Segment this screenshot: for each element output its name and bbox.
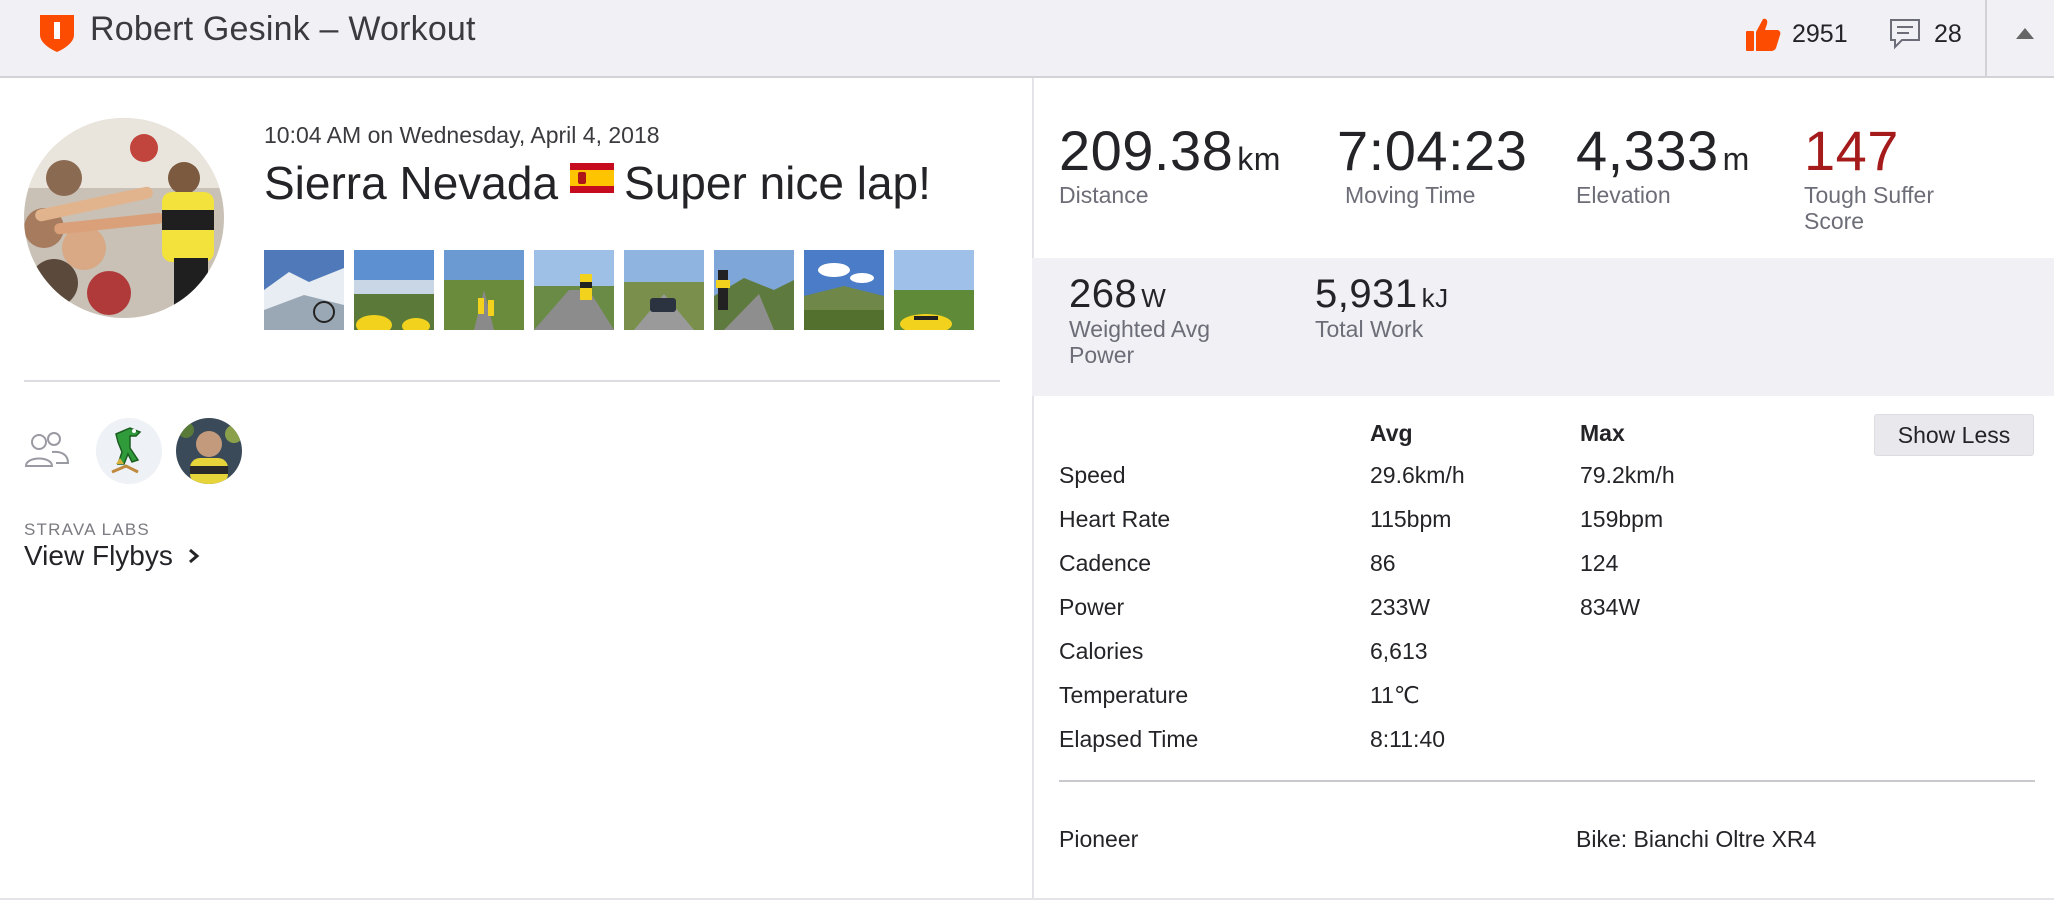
activity-name-part2: Super nice lap! [624,157,931,209]
activity-name-part1: Sierra Nevada [264,157,559,209]
crocodile-avatar-icon [96,418,162,484]
comment-count: 28 [1934,19,1962,48]
comment-icon[interactable] [1888,17,1922,51]
avg-column-header: Avg [1370,420,1413,446]
group-athlete-avatar[interactable] [176,418,242,484]
total-work-value: 5,931 [1315,272,1418,316]
max-column-header: Max [1580,420,1625,446]
row-avg: 29.6km/h [1370,462,1465,488]
photo-thumbnail[interactable] [444,250,524,330]
weighted-power-label-line1: Weighted Avg [1069,316,1211,342]
row-avg: 115bpm [1370,506,1452,532]
page-title: Robert Gesink – Workout [90,10,476,48]
bike-name[interactable]: Bike: Bianchi Oltre XR4 [1576,826,1816,853]
collapse-caret-icon[interactable] [2016,28,2034,39]
activity-type-shield-icon [40,15,74,52]
stat-weighted-power: 268 W Weighted Avg Power [1069,272,1210,369]
photo-thumbnail[interactable] [534,250,614,330]
photo-thumbnail[interactable] [354,250,434,330]
row-avg: 86 [1370,550,1396,576]
elevation-unit: m [1722,141,1750,177]
total-work-unit: kJ [1421,283,1449,313]
distance-label: Distance [1059,182,1149,208]
photo-thumbnail[interactable] [804,250,884,330]
table-row: Power 233W 834W [1059,594,2019,634]
kudos-count: 2951 [1792,19,1848,48]
athlete-avatar[interactable] [24,118,224,318]
elevation-label: Elevation [1576,182,1671,208]
strava-labs-label: STRAVA LABS [24,520,150,539]
weighted-power-label-line2: Power [1069,342,1135,368]
table-row: Calories 6,613 [1059,638,2019,678]
thumbs-up-icon[interactable] [1744,15,1782,53]
activity-header: Robert Gesink – Workout 2951 28 [0,0,2054,78]
group-athlete-avatar[interactable] [96,418,162,484]
table-row: Heart Rate 115bpm 159bpm [1059,506,2019,546]
elevation-value: 4,333 [1576,119,1719,182]
show-less-button[interactable]: Show Less [1874,414,2034,456]
row-label: Elapsed Time [1059,726,1199,752]
device-name: Pioneer [1059,826,1139,852]
view-flybys-link[interactable]: View Flybys [24,540,201,572]
row-label: Heart Rate [1059,506,1171,532]
row-label: Calories [1059,638,1144,664]
suffer-score-value[interactable]: 147 [1804,118,1934,183]
header-divider [1985,0,1987,76]
suffer-score-label-line1: Tough Suffer [1804,182,1935,208]
photo-strip [264,250,974,330]
photo-thumbnail[interactable] [264,250,344,330]
row-avg: 8:11:40 [1370,726,1446,752]
row-max: 159bpm [1580,506,1664,532]
weighted-power-value: 268 [1069,272,1138,316]
total-work-label: Total Work [1315,316,1424,342]
bottom-border [0,898,2054,900]
stat-distance: 209.38 km Distance [1059,118,1281,209]
moving-time-value: 7:04:23 [1337,119,1528,182]
row-avg: 11℃ [1370,682,1420,708]
comments-button[interactable]: 28 [1888,14,1962,54]
row-label: Cadence [1059,550,1152,576]
stat-elevation: 4,333 m Elevation [1576,118,1750,209]
row-label: Speed [1059,462,1126,488]
distance-unit: km [1237,141,1281,177]
row-max: 834W [1580,594,1641,620]
distance-value: 209.38 [1059,119,1234,182]
chevron-right-icon[interactable] [187,547,201,565]
stat-total-work: 5,931 kJ Total Work [1315,272,1449,343]
table-row: Speed 29.6km/h 79.2km/h [1059,462,2019,502]
row-max: 79.2km/h [1580,462,1675,488]
section-divider [24,380,1000,382]
moving-time-label: Moving Time [1345,182,1476,208]
row-avg: 233W [1370,594,1431,620]
view-flybys-label[interactable]: View Flybys [24,540,173,572]
spain-flag-icon [570,163,615,193]
table-row: Elapsed Time 8:11:40 [1059,726,2019,766]
activity-datetime: 10:04 AM on Wednesday, April 4, 2018 [264,122,660,148]
avatar-photo [24,118,224,318]
column-divider [1032,78,1034,900]
suffer-score-label-line2: Score [1804,208,1865,234]
photo-thumbnail[interactable] [894,250,974,330]
row-avg: 6,613 [1370,638,1428,664]
kudos-button[interactable]: 2951 [1744,14,1848,54]
row-label: Power [1059,594,1125,620]
weighted-power-unit: W [1141,283,1167,313]
photo-thumbnail[interactable] [624,250,704,330]
table-row: Temperature 11℃ [1059,682,2019,722]
row-max: 124 [1580,550,1619,576]
table-row: Cadence 86 124 [1059,550,2019,590]
stat-moving-time: 7:04:23 Moving Time [1337,118,1527,209]
activity-name: Sierra Nevada Super nice lap! [264,156,931,210]
photo-thumbnail[interactable] [714,250,794,330]
table-divider [1059,780,2035,782]
stat-suffer-score[interactable]: 147 Tough Suffer Score [1804,118,1934,235]
group-athletes-icon[interactable] [24,430,70,470]
row-label: Temperature [1059,682,1189,708]
